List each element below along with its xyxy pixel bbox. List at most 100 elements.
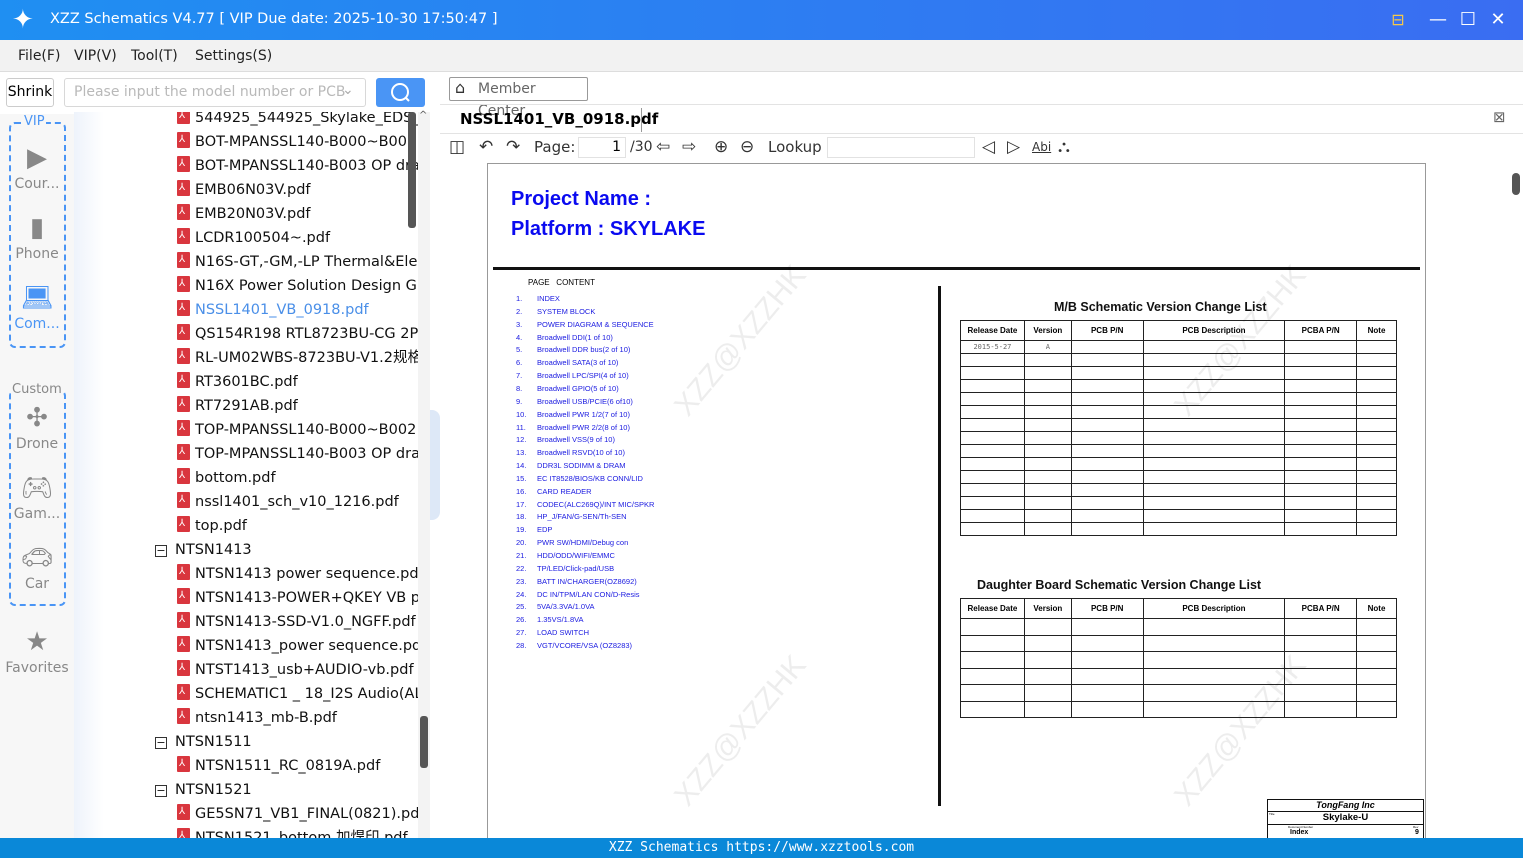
tree-file[interactable]: EMB06N03V.pdf — [177, 178, 418, 202]
rotate-left-icon[interactable]: ↶ — [479, 137, 493, 157]
panel-collapse-handle[interactable] — [430, 410, 440, 520]
menu-tool[interactable]: Tool(T) — [131, 48, 178, 64]
tree-file[interactable]: SCHEMATIC1 _ 18_I2S Audio(AL — [177, 682, 418, 706]
table-cell — [960, 684, 1025, 702]
tree-file[interactable]: 544925_544925_Skylake_EDS_Vd — [177, 112, 418, 130]
rail-item-computer[interactable]: 💻︎ Com... — [0, 284, 74, 332]
toc-label: 1.35VS/1.8VA — [537, 615, 584, 625]
tree-file[interactable]: LCDR100504~.pdf — [177, 226, 418, 250]
collapse-icon[interactable]: − — [155, 545, 167, 557]
tree-file[interactable]: TOP-MPANSSL140-B003 OP dra — [177, 442, 418, 466]
tree-file[interactable]: RT3601BC.pdf — [177, 370, 418, 394]
rail-item-drone[interactable]: ✣ Drone — [0, 404, 74, 452]
tree-file[interactable]: N16S-GT,-GM,-LP Thermal&Elec — [177, 250, 418, 274]
find-next-icon[interactable]: ▷ — [1007, 137, 1020, 157]
table-row — [960, 353, 1397, 367]
tab-document[interactable]: NSSL1401_VB_0918.pdf — [460, 110, 658, 128]
shrink-button[interactable]: Shrink — [6, 78, 54, 107]
zoom-in-icon[interactable]: ⊕ — [714, 137, 728, 157]
close-button[interactable]: ✕ — [1486, 8, 1510, 32]
vip-bag-icon[interactable]: ⊟ — [1386, 8, 1410, 32]
prev-page-icon[interactable]: ⇦ — [656, 137, 670, 157]
menu-settings[interactable]: Settings(S) — [195, 48, 272, 64]
tree-label: TOP-MPANSSL140-B000~B002 — [195, 422, 417, 438]
tree-file[interactable]: NTSN1413-SSD-V1.0_NGFF.pdf — [177, 610, 418, 634]
collapse-icon[interactable]: − — [155, 737, 167, 749]
star-icon: ★ — [25, 627, 49, 657]
toc-label: Broadwell GPIO(5 of 10) — [537, 383, 619, 393]
find-prev-icon[interactable]: ◁ — [982, 137, 995, 157]
rail-item-course[interactable]: ▶ Cour... — [0, 144, 74, 192]
tree-folder[interactable]: − NTSN1511 — [155, 730, 418, 754]
vip-label: VIP — [23, 114, 46, 129]
tree-file[interactable]: bottom.pdf — [177, 466, 418, 490]
toc-label: Broadwell VSS(9 of 10) — [537, 435, 615, 445]
rail-item-phone[interactable]: ▮ Phone — [0, 214, 74, 262]
doc-scrollbar[interactable] — [1510, 165, 1520, 835]
maximize-button[interactable]: ☐ — [1456, 8, 1480, 32]
tree-file[interactable]: NSSL1401_VB_0918.pdf — [177, 298, 418, 322]
menu-vip[interactable]: VIP(V) — [74, 48, 117, 64]
toc-number: 9. — [516, 396, 523, 406]
tree-file[interactable]: ntsn1413_mb-B.pdf — [177, 706, 418, 730]
tree-scroll-thumb[interactable] — [408, 112, 416, 228]
zoom-out-icon[interactable]: ⊖ — [740, 137, 754, 157]
tree-file[interactable]: nssl1401_sch_v10_1216.pdf — [177, 490, 418, 514]
binoculars-icon[interactable]: ⛬ — [1058, 137, 1070, 157]
rail-item-car[interactable]: 🚗︎ Car — [0, 544, 74, 592]
tree-file[interactable]: EMB20N03V.pdf — [177, 202, 418, 226]
collapse-icon[interactable]: − — [155, 785, 167, 797]
close-tab-icon[interactable]: ⊠ — [1493, 108, 1506, 126]
tree-folder[interactable]: − NTSN1521 — [155, 778, 418, 802]
lookup-input[interactable] — [827, 137, 975, 158]
rotate-right-icon[interactable]: ↷ — [506, 137, 520, 157]
tree-file[interactable]: QS154R198 RTL8723BU-CG 2PC — [177, 322, 418, 346]
rail-item-favorites[interactable]: ★ Favorites — [0, 628, 74, 676]
table-cell — [1023, 700, 1072, 718]
table-cell — [1356, 366, 1397, 380]
menu-file[interactable]: File(F) — [18, 48, 60, 64]
tree-file[interactable]: NTSN1521_bottom.加焊印.pdf — [177, 826, 418, 838]
table-cell — [1070, 483, 1144, 497]
table-cell — [1023, 651, 1072, 669]
minimize-button[interactable]: — — [1426, 8, 1450, 32]
tree-file[interactable]: RT7291AB.pdf — [177, 394, 418, 418]
tree-file[interactable]: BOT-MPANSSL140-B003 OP dra — [177, 154, 418, 178]
chevron-down-icon[interactable]: ⌄ — [342, 82, 354, 98]
doc-scroll-thumb[interactable] — [1512, 173, 1520, 195]
member-center-button[interactable]: ⌂ Member Center — [449, 77, 588, 119]
tree-folder[interactable]: − NTSN1413 — [155, 538, 418, 562]
tree-file[interactable]: N16X Power Solution Design Gu — [177, 274, 418, 298]
table-cell — [960, 457, 1025, 471]
next-page-icon[interactable]: ⇨ — [682, 137, 696, 157]
tree-file[interactable]: NTSN1511_RC_0819A.pdf — [177, 754, 418, 778]
table-cell — [1356, 353, 1397, 367]
tree-file[interactable]: GE5SN71_VB1_FINAL(0821).pdf — [177, 802, 418, 826]
search-input[interactable]: Please input the model number or PCB — [64, 78, 366, 107]
tree-file[interactable]: NTSN1413_power sequence.pdf — [177, 634, 418, 658]
tree-file[interactable]: BOT-MPANSSL140-B000~B002 — [177, 130, 418, 154]
tree-scrollbar[interactable]: ^ — [408, 110, 430, 838]
rail-item-game[interactable]: 🎮︎ Gam... — [0, 474, 74, 522]
page-number-input[interactable]: 1 — [578, 137, 626, 158]
gamepad-icon: 🎮︎ — [20, 473, 54, 503]
tree-file[interactable]: NTSN1413-POWER+QKEY VB pc — [177, 586, 418, 610]
tree-label: GE5SN71_VB1_FINAL(0821).pdf — [195, 806, 418, 822]
two-page-icon[interactable]: ◫ — [449, 137, 465, 157]
tree-scroll-thumb-2[interactable] — [420, 716, 428, 768]
table-row — [960, 651, 1397, 669]
home-icon: ⌂ — [455, 78, 466, 97]
tree-file[interactable]: NTSN1413 power sequence.pdf — [177, 562, 418, 586]
tree-file[interactable]: top.pdf — [177, 514, 418, 538]
search-button[interactable] — [376, 78, 425, 107]
tree-file[interactable]: RL-UM02WBS-8723BU-V1.2规格 — [177, 346, 418, 370]
table-cell — [1142, 431, 1286, 445]
match-case-icon[interactable]: Abi — [1032, 137, 1051, 157]
drone-icon: ✣ — [26, 403, 48, 433]
search-icon — [391, 83, 410, 102]
tree-label: top.pdf — [195, 518, 247, 534]
tree-file[interactable]: NTST1413_usb+AUDIO-vb.pdf — [177, 658, 418, 682]
pdf-icon — [177, 130, 190, 152]
table-cell — [1356, 618, 1397, 636]
tree-file[interactable]: TOP-MPANSSL140-B000~B002 — [177, 418, 418, 442]
